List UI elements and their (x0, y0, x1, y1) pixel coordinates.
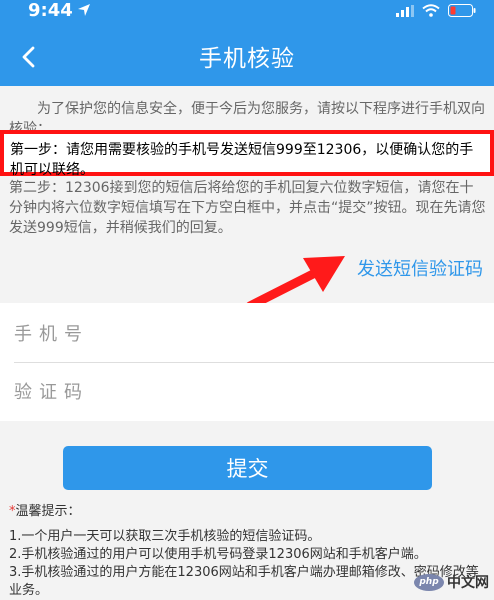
signal-icon (396, 4, 414, 17)
tip-item: 1.一个用户一天可以获取三次手机核验的短信验证码。 (9, 529, 321, 544)
verification-form: 手机号 验证码 (0, 303, 494, 421)
status-time: 9:44 (28, 0, 73, 21)
tips-section: *温馨提示： 1.一个用户一天可以获取三次手机核验的短信验证码。 2.手机核验通… (9, 503, 484, 600)
watermark-text: 中文网 (447, 575, 489, 591)
location-arrow-icon (78, 4, 90, 16)
step-one-highlight: 第一步：请您用需要核验的手机号发送短信999至12306，以便确认您的手机可以联… (0, 130, 494, 178)
tips-title-text: 温馨提示： (15, 504, 81, 519)
status-indicators (396, 4, 476, 17)
battery-icon (448, 4, 476, 17)
send-sms-code-link[interactable]: 发送短信验证码 (357, 258, 483, 282)
step-two-text: 第二步：12306接到您的短信后将给您的手机回复六位数字短信，请您在十分钟内将六… (9, 180, 486, 236)
app-header: 9:44 手机核验 (0, 0, 494, 86)
site-watermark: php 中文网 (414, 572, 489, 592)
submit-button[interactable]: 提交 (63, 446, 432, 490)
tips-title: *温馨提示： (9, 503, 484, 521)
php-logo: php (414, 573, 444, 591)
verification-code-field[interactable]: 验证码 (14, 362, 494, 420)
phone-field[interactable]: 手机号 (14, 304, 494, 363)
wifi-icon (422, 4, 440, 17)
tip-item: 2.手机核验通过的用户可以使用手机号码登录12306网站和手机客户端。 (9, 547, 427, 562)
step-one-text: 第一步：请您用需要核验的手机号发送短信999至12306，以便确认您的手机可以联… (10, 142, 474, 178)
page-title: 手机核验 (199, 46, 295, 72)
tip-item: 3.手机核验通过的用户方能在12306网站和手机客户端办理邮箱修改、密码修改等业… (9, 565, 479, 598)
